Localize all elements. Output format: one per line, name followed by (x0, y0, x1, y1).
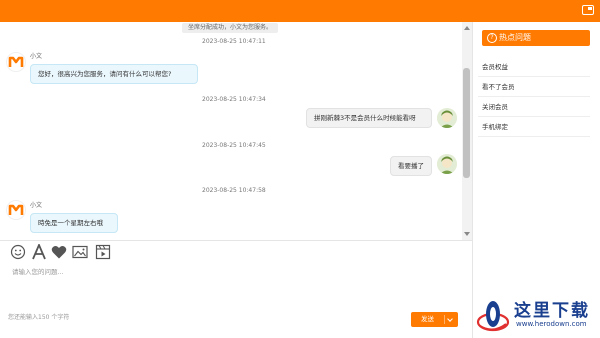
watermark-name: 这里下载 (514, 301, 590, 321)
faq-item[interactable]: 看不了会员 (478, 77, 590, 97)
scroll-up-icon[interactable] (464, 26, 470, 30)
faq-item[interactable]: 手机绑定 (478, 117, 590, 137)
composer-toolbar (0, 240, 472, 263)
chevron-down-icon[interactable] (447, 316, 453, 322)
message-sender: 小文 (30, 202, 43, 209)
user-message: 拼刚新棘3不是会员什么时候能看呀 (306, 108, 432, 128)
heart-icon[interactable] (51, 244, 67, 260)
hot-questions-header: ? 热点问题 (482, 30, 590, 46)
agent-message: 您好，很高兴为您服务，请问有什么可以帮您? (30, 64, 198, 84)
message-input-placeholder: 请输入您的问题... (12, 268, 64, 276)
font-icon[interactable] (31, 244, 47, 260)
message-sender: 小文 (30, 53, 43, 60)
watermark-url: www.herodown.com (516, 320, 587, 328)
chat-panel: 坐席分配成功，小文为您服务。 2023-08-25 10:47:11 小文 您好… (0, 22, 472, 240)
message-input[interactable]: 请输入您的问题... (12, 266, 452, 306)
watermark-logo-icon (476, 294, 510, 334)
user-message: 看要播了 (390, 156, 432, 176)
message-time: 2023-08-25 10:47:58 (202, 187, 266, 194)
system-note: 坐席分配成功，小文为您服务。 (182, 23, 278, 33)
scroll-down-icon[interactable] (464, 232, 470, 236)
message-time: 2023-08-25 10:47:45 (202, 142, 266, 149)
scrollbar-thumb[interactable] (463, 68, 470, 178)
question-icon: ? (487, 33, 497, 43)
faq-item[interactable]: 会员权益 (478, 57, 590, 77)
send-button-label: 发送 (421, 315, 434, 323)
hot-questions-title: 热点问题 (499, 33, 531, 42)
send-button[interactable]: 发送 (411, 312, 458, 327)
emoji-icon[interactable] (10, 244, 26, 260)
agent-message: 時免是一个星期左右哦 (30, 213, 118, 233)
agent-avatar-icon (6, 200, 26, 220)
message-time: 2023-08-25 10:47:11 (202, 38, 266, 45)
image-icon[interactable] (72, 244, 88, 260)
agent-avatar-icon (6, 52, 26, 72)
maximize-icon[interactable] (582, 5, 594, 15)
user-avatar-icon (437, 108, 457, 128)
video-icon[interactable] (95, 244, 111, 260)
user-avatar-icon (437, 154, 457, 174)
watermark: 这里下载 www.herodown.com (472, 290, 600, 338)
message-time: 2023-08-25 10:47:34 (202, 96, 266, 103)
send-divider (444, 315, 445, 324)
faq-item[interactable]: 关闭会员 (478, 97, 590, 117)
title-bar (0, 0, 600, 22)
char-counter: 您还能输入150 个字符 (8, 314, 70, 321)
